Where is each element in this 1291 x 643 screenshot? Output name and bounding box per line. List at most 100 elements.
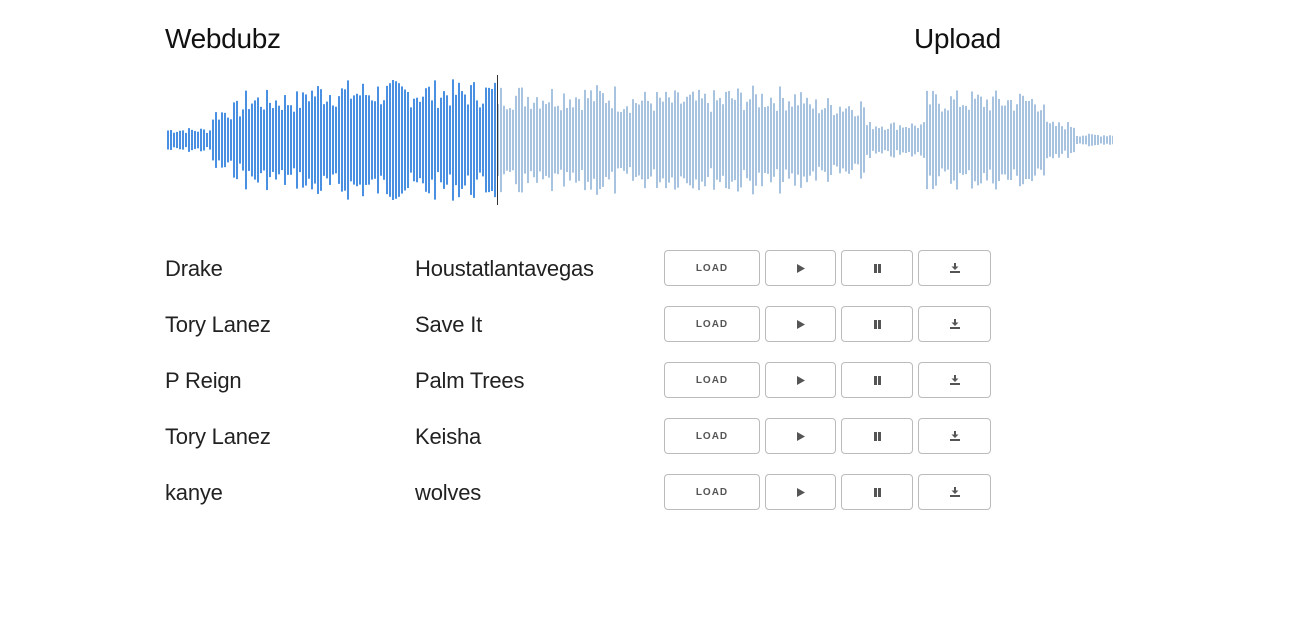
waveform-bar <box>572 107 574 173</box>
track-artist: Drake <box>165 256 223 281</box>
waveform-bar <box>1046 121 1048 159</box>
waveform-bar <box>803 103 805 177</box>
waveform-bar <box>347 80 349 200</box>
play-button[interactable] <box>765 474 836 510</box>
load-button[interactable]: LOAD <box>664 250 760 286</box>
waveform-bar <box>911 123 913 157</box>
waveform-bar <box>182 130 184 150</box>
waveform-bar <box>872 129 874 151</box>
waveform-bar <box>917 128 919 152</box>
waveform-bar <box>491 88 493 192</box>
waveform-bar <box>362 83 364 197</box>
waveform-bar <box>809 104 811 176</box>
waveform-bar <box>1025 100 1027 180</box>
track-row: Tory Lanez Save It LOAD <box>165 306 1065 362</box>
pause-button[interactable] <box>841 362 913 398</box>
waveform-bar <box>944 108 946 172</box>
waveform-bar <box>896 129 898 151</box>
track-artist: P Reign <box>165 368 242 393</box>
waveform-bar <box>1067 122 1069 158</box>
track-title: Palm Trees <box>415 368 525 393</box>
waveform-bar <box>170 130 172 150</box>
load-button[interactable]: LOAD <box>664 362 760 398</box>
waveform-bar <box>509 108 511 172</box>
waveform-bar <box>1085 135 1087 145</box>
load-button[interactable]: LOAD <box>664 306 760 342</box>
waveform-bar <box>176 131 178 149</box>
waveform-bar <box>629 112 631 168</box>
waveform-bar <box>857 115 859 165</box>
waveform-bar <box>905 126 907 154</box>
waveform-bar <box>740 92 742 188</box>
download-button[interactable] <box>918 306 991 342</box>
waveform-bar <box>470 85 472 195</box>
pause-button[interactable] <box>841 418 913 454</box>
waveform-bar <box>254 100 256 180</box>
play-button[interactable] <box>765 418 836 454</box>
waveform-bar <box>902 127 904 153</box>
waveform-bar <box>1082 135 1084 145</box>
waveform-bar <box>1028 100 1030 180</box>
waveform-bar <box>794 94 796 186</box>
waveform-bar <box>248 109 250 171</box>
waveform-bar <box>275 100 277 180</box>
waveform-bar <box>1058 122 1060 158</box>
waveform-bar <box>662 101 664 179</box>
waveform-canvas[interactable] <box>165 70 1113 210</box>
pause-icon <box>873 487 881 497</box>
waveform-bar <box>413 98 415 182</box>
pause-button[interactable] <box>841 474 913 510</box>
waveform-bar <box>311 90 313 190</box>
waveform-bar <box>251 103 253 177</box>
waveform-bar <box>758 107 760 173</box>
track-title: Save It <box>415 312 483 337</box>
waveform-bar <box>635 103 637 177</box>
brand-link[interactable]: Webdubz <box>165 22 281 56</box>
waveform-bar <box>797 105 799 175</box>
load-button[interactable]: LOAD <box>664 418 760 454</box>
waveform-bar <box>800 92 802 188</box>
waveform-bar <box>743 110 745 170</box>
upload-link[interactable]: Upload <box>914 22 1001 56</box>
waveform-bar <box>236 100 238 180</box>
waveform-bar <box>539 108 541 172</box>
waveform-bar <box>713 90 715 190</box>
waveform-bar <box>755 94 757 186</box>
play-button[interactable] <box>765 306 836 342</box>
playhead-cursor[interactable] <box>497 75 498 205</box>
waveform-bar <box>506 109 508 171</box>
play-button[interactable] <box>765 250 836 286</box>
waveform-bar <box>869 121 871 159</box>
waveform-bar <box>671 102 673 178</box>
download-button[interactable] <box>918 418 991 454</box>
waveform-bar <box>863 107 865 173</box>
pause-icon <box>873 263 881 273</box>
waveform-bar <box>287 105 289 175</box>
waveform-bar <box>596 85 598 195</box>
waveform-bar <box>788 101 790 179</box>
waveform-bar <box>977 94 979 186</box>
waveform-bar <box>1055 126 1057 154</box>
waveform-bar <box>722 104 724 176</box>
track-artist: Tory Lanez <box>165 424 271 449</box>
download-button[interactable] <box>918 362 991 398</box>
download-button[interactable] <box>918 250 991 286</box>
waveform-bar <box>605 103 607 177</box>
waveform-bar <box>1049 123 1051 157</box>
waveform-bar <box>359 95 361 185</box>
play-button[interactable] <box>765 362 836 398</box>
download-button[interactable] <box>918 474 991 510</box>
pause-button[interactable] <box>841 306 913 342</box>
pause-button[interactable] <box>841 250 913 286</box>
load-button[interactable]: LOAD <box>664 474 760 510</box>
waveform-bar <box>827 98 829 182</box>
waveform-bar <box>650 103 652 177</box>
waveform-bar <box>518 87 520 193</box>
waveform-bar <box>302 92 304 188</box>
waveform-bar <box>440 97 442 183</box>
waveform-bar <box>500 87 502 193</box>
download-icon <box>949 431 960 441</box>
waveform-bar <box>194 130 196 150</box>
waveform-bar <box>1070 126 1072 154</box>
waveform[interactable] <box>165 70 1113 210</box>
